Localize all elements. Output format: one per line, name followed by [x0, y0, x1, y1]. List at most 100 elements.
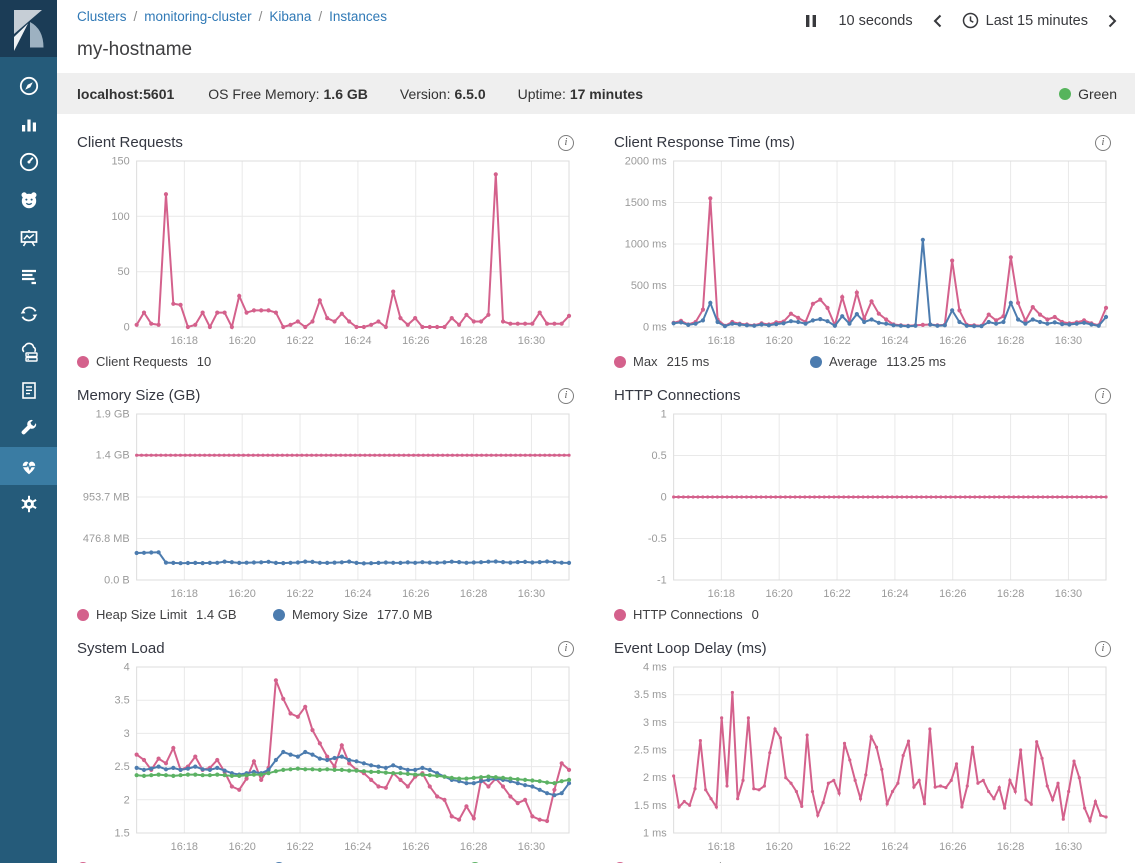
legend-series-value: 1.4 GB [196, 607, 236, 622]
breadcrumb-link[interactable]: Clusters [77, 9, 127, 24]
info-icon[interactable]: i [558, 388, 574, 404]
info-icon[interactable]: i [1095, 641, 1111, 657]
timelion-face-icon [18, 189, 40, 211]
nav-monitoring[interactable] [0, 447, 57, 485]
wrench-icon [18, 417, 40, 439]
nav-dev-tools[interactable] [0, 409, 57, 447]
svg-text:476.8 MB: 476.8 MB [83, 533, 130, 545]
svg-text:16:18: 16:18 [708, 841, 735, 853]
info-icon[interactable]: i [558, 641, 574, 657]
nav-apm[interactable] [0, 295, 57, 333]
svg-text:16:22: 16:22 [823, 588, 850, 600]
nav-visualize[interactable] [0, 105, 57, 143]
svg-text:2.5: 2.5 [114, 761, 129, 773]
svg-text:-1: -1 [657, 574, 667, 586]
svg-text:2: 2 [124, 794, 130, 806]
svg-text:16:26: 16:26 [402, 335, 429, 347]
nav-notebook[interactable] [0, 371, 57, 409]
svg-text:4 ms: 4 ms [643, 661, 667, 673]
svg-text:150: 150 [111, 155, 129, 167]
chart-legend: Event Loop Delay1.29 ms [614, 857, 1111, 863]
time-range-picker[interactable]: Last 15 minutes [962, 12, 1088, 29]
svg-text:0 ms: 0 ms [643, 321, 667, 333]
svg-text:3.5: 3.5 [114, 695, 129, 707]
uptime: Uptime:17 minutes [518, 86, 643, 102]
heartbeat-icon [18, 455, 40, 477]
svg-text:0.0 B: 0.0 B [104, 574, 130, 586]
legend-series-name: HTTP Connections [633, 607, 743, 622]
chevron-right-icon [1108, 14, 1117, 28]
time-back-button[interactable] [933, 14, 942, 28]
svg-text:16:30: 16:30 [518, 588, 545, 600]
panel-event-loop-delay: Event Loop Delay (ms) i 4 ms3.5 ms3 ms2.… [614, 632, 1111, 863]
panel-memory-size: Memory Size (GB) i 1.9 GB1.4 GB953.7 MB4… [77, 379, 574, 632]
legend-item: Max215 ms [614, 354, 810, 369]
breadcrumb-link[interactable]: monitoring-cluster [144, 9, 251, 24]
legend-series-name: Heap Size Limit [96, 607, 187, 622]
client-requests-chart: 15010050016:1816:2016:2216:2416:2616:281… [77, 155, 574, 351]
legend-series-name: Client Requests [96, 354, 188, 369]
svg-text:3 ms: 3 ms [643, 717, 667, 729]
svg-text:16:30: 16:30 [1055, 841, 1082, 853]
main-content: Clusters/monitoring-cluster/Kibana/Insta… [57, 0, 1135, 863]
nav-discover[interactable] [0, 67, 57, 105]
pause-button[interactable] [805, 14, 818, 28]
breadcrumb-link[interactable]: Kibana [269, 9, 311, 24]
svg-text:16:18: 16:18 [171, 335, 198, 347]
kibana-logo[interactable] [0, 0, 57, 57]
time-range-label: Last 15 minutes [986, 13, 1088, 29]
kibana-monitoring-app: Clusters/monitoring-cluster/Kibana/Insta… [0, 0, 1135, 863]
svg-text:16:24: 16:24 [344, 588, 371, 600]
svg-text:16:26: 16:26 [402, 841, 429, 853]
chart-legend: Heap Size Limit1.4 GBMemory Size177.0 MB [77, 604, 574, 632]
nav-logs[interactable] [0, 257, 57, 295]
info-icon[interactable]: i [1095, 135, 1111, 151]
svg-text:16:28: 16:28 [997, 588, 1024, 600]
nav-dashboard[interactable] [0, 143, 57, 181]
svg-text:0: 0 [124, 321, 130, 333]
http-connections-chart: 10.50-0.5-116:1816:2016:2216:2416:2616:2… [614, 408, 1111, 604]
svg-text:953.7 MB: 953.7 MB [83, 491, 130, 503]
svg-text:16:22: 16:22 [286, 841, 313, 853]
info-icon[interactable]: i [558, 135, 574, 151]
nav-infrastructure[interactable] [0, 333, 57, 371]
breadcrumb-separator: / [259, 9, 263, 24]
time-forward-button[interactable] [1108, 14, 1117, 28]
chevron-left-icon [933, 14, 942, 28]
breadcrumb-separator: / [318, 9, 322, 24]
svg-text:16:24: 16:24 [881, 335, 908, 347]
svg-text:16:28: 16:28 [460, 335, 487, 347]
svg-text:16:20: 16:20 [229, 841, 256, 853]
svg-text:16:30: 16:30 [1055, 335, 1082, 347]
svg-text:1.5: 1.5 [114, 827, 129, 839]
nav-timelion[interactable] [0, 181, 57, 219]
svg-text:2.5 ms: 2.5 ms [634, 744, 667, 756]
breadcrumb-link[interactable]: Instances [329, 9, 387, 24]
instance-host: localhost:5601 [77, 86, 174, 102]
svg-text:16:24: 16:24 [881, 841, 908, 853]
chart-title: HTTP Connections [614, 387, 740, 404]
panel-http-connections: HTTP Connections i 10.50-0.5-116:1816:20… [614, 379, 1111, 632]
chart-title: Client Requests [77, 134, 183, 151]
svg-text:16:20: 16:20 [766, 841, 793, 853]
legend-item: Average113.25 ms [810, 354, 1006, 369]
nav-canvas[interactable] [0, 219, 57, 257]
svg-text:1: 1 [661, 408, 667, 420]
legend-dot-icon [614, 356, 626, 368]
document-list-icon [18, 379, 40, 401]
chart-legend: Max215 msAverage113.25 ms [614, 351, 1111, 379]
legend-series-value: 215 ms [667, 354, 710, 369]
svg-text:1500 ms: 1500 ms [625, 197, 667, 209]
svg-text:1.9 GB: 1.9 GB [96, 408, 130, 420]
refresh-interval[interactable]: 10 seconds [838, 13, 912, 29]
bar-chart-icon [18, 113, 40, 135]
svg-text:1000 ms: 1000 ms [625, 238, 667, 250]
svg-text:16:30: 16:30 [1055, 588, 1082, 600]
nav-management[interactable] [0, 485, 57, 523]
info-icon[interactable]: i [1095, 388, 1111, 404]
sidebar-icon-list [0, 57, 57, 523]
svg-text:16:22: 16:22 [286, 335, 313, 347]
breadcrumb: Clusters/monitoring-cluster/Kibana/Insta… [77, 9, 387, 24]
legend-dot-icon [614, 609, 626, 621]
svg-text:3: 3 [124, 728, 130, 740]
